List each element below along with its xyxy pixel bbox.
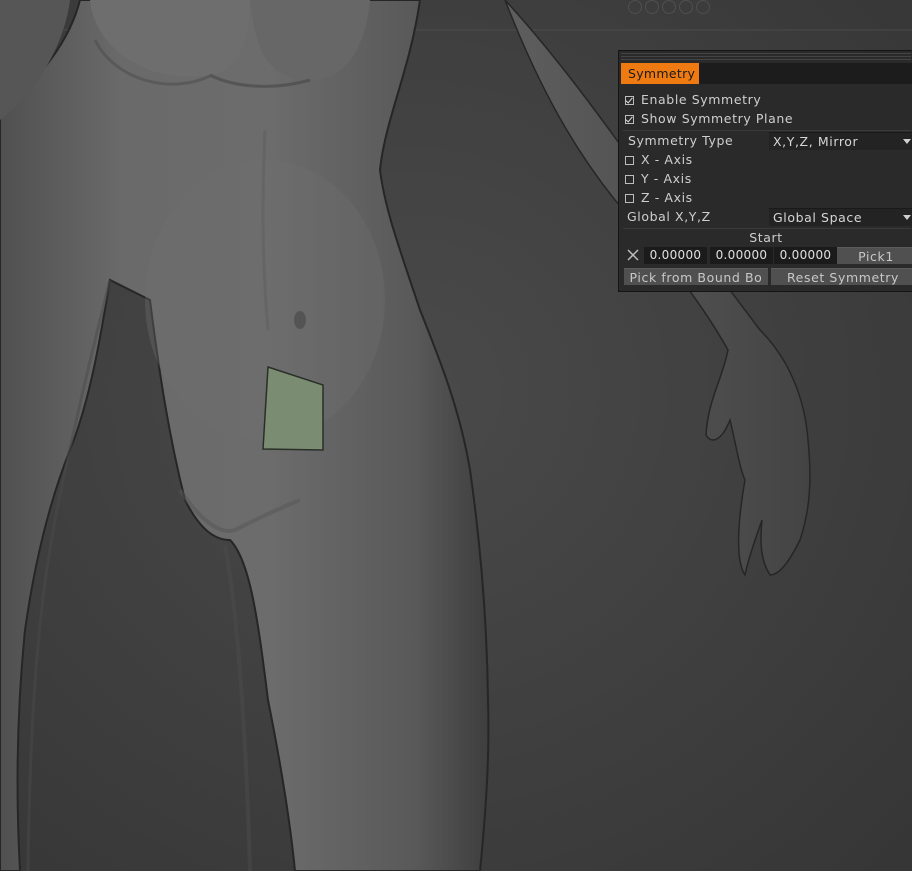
start-label: Start: [749, 230, 783, 245]
reset-symmetry-button[interactable]: Reset Symmetry: [771, 268, 912, 285]
symmetry-type-value: X,Y,Z, Mirror: [773, 134, 859, 149]
start-heading: Start: [619, 229, 912, 247]
show-plane-label: Show Symmetry Plane: [641, 111, 794, 126]
tool-icon[interactable]: [662, 0, 676, 14]
divider: [623, 130, 911, 131]
checkbox-checked-icon[interactable]: [625, 115, 634, 124]
start-x-field[interactable]: 0.00000: [644, 247, 707, 264]
start-y-field[interactable]: 0.00000: [710, 247, 773, 264]
selected-face[interactable]: [262, 366, 326, 452]
symmetry-panel: Symmetry Enable Symmetry Show Symmetry P…: [618, 50, 912, 292]
checkbox-checked-icon[interactable]: [625, 96, 634, 105]
tool-icon[interactable]: [628, 0, 642, 14]
tool-icon[interactable]: [696, 0, 710, 14]
tool-icon[interactable]: [679, 0, 693, 14]
chevron-down-icon: [903, 139, 911, 144]
symmetry-type-dropdown[interactable]: X,Y,Z, Mirror: [769, 132, 912, 150]
panel-title-tab[interactable]: Symmetry: [621, 63, 699, 84]
space-dropdown[interactable]: Global Space: [769, 208, 912, 226]
space-label: Global X,Y,Z: [627, 209, 711, 224]
show-symmetry-plane-checkbox[interactable]: Show Symmetry Plane: [625, 110, 911, 128]
symmetry-type-label: Symmetry Type: [628, 133, 734, 148]
checkbox-unchecked-icon[interactable]: [625, 156, 634, 165]
panel-title-bar: Symmetry: [621, 63, 912, 84]
checkbox-unchecked-icon[interactable]: [625, 175, 634, 184]
viewport-toolbar: [628, 0, 710, 16]
close-icon[interactable]: [627, 249, 639, 261]
x-axis-checkbox[interactable]: X - Axis: [625, 151, 911, 169]
enable-symmetry-label: Enable Symmetry: [641, 92, 762, 107]
space-value: Global Space: [773, 210, 863, 225]
y-axis-checkbox[interactable]: Y - Axis: [625, 170, 911, 188]
panel-drag-handle[interactable]: [621, 53, 911, 60]
pick1-button[interactable]: Pick1: [837, 247, 912, 264]
x-axis-label: X - Axis: [641, 152, 693, 167]
pick-from-bound-box-button[interactable]: Pick from Bound Bo: [624, 268, 768, 285]
enable-symmetry-checkbox[interactable]: Enable Symmetry: [625, 91, 911, 109]
z-axis-label: Z - Axis: [641, 190, 693, 205]
y-axis-label: Y - Axis: [641, 171, 692, 186]
chevron-down-icon: [903, 215, 911, 220]
start-z-field[interactable]: 0.00000: [774, 247, 837, 264]
tool-icon[interactable]: [645, 0, 659, 14]
checkbox-unchecked-icon[interactable]: [625, 194, 634, 203]
z-axis-checkbox[interactable]: Z - Axis: [625, 189, 911, 207]
